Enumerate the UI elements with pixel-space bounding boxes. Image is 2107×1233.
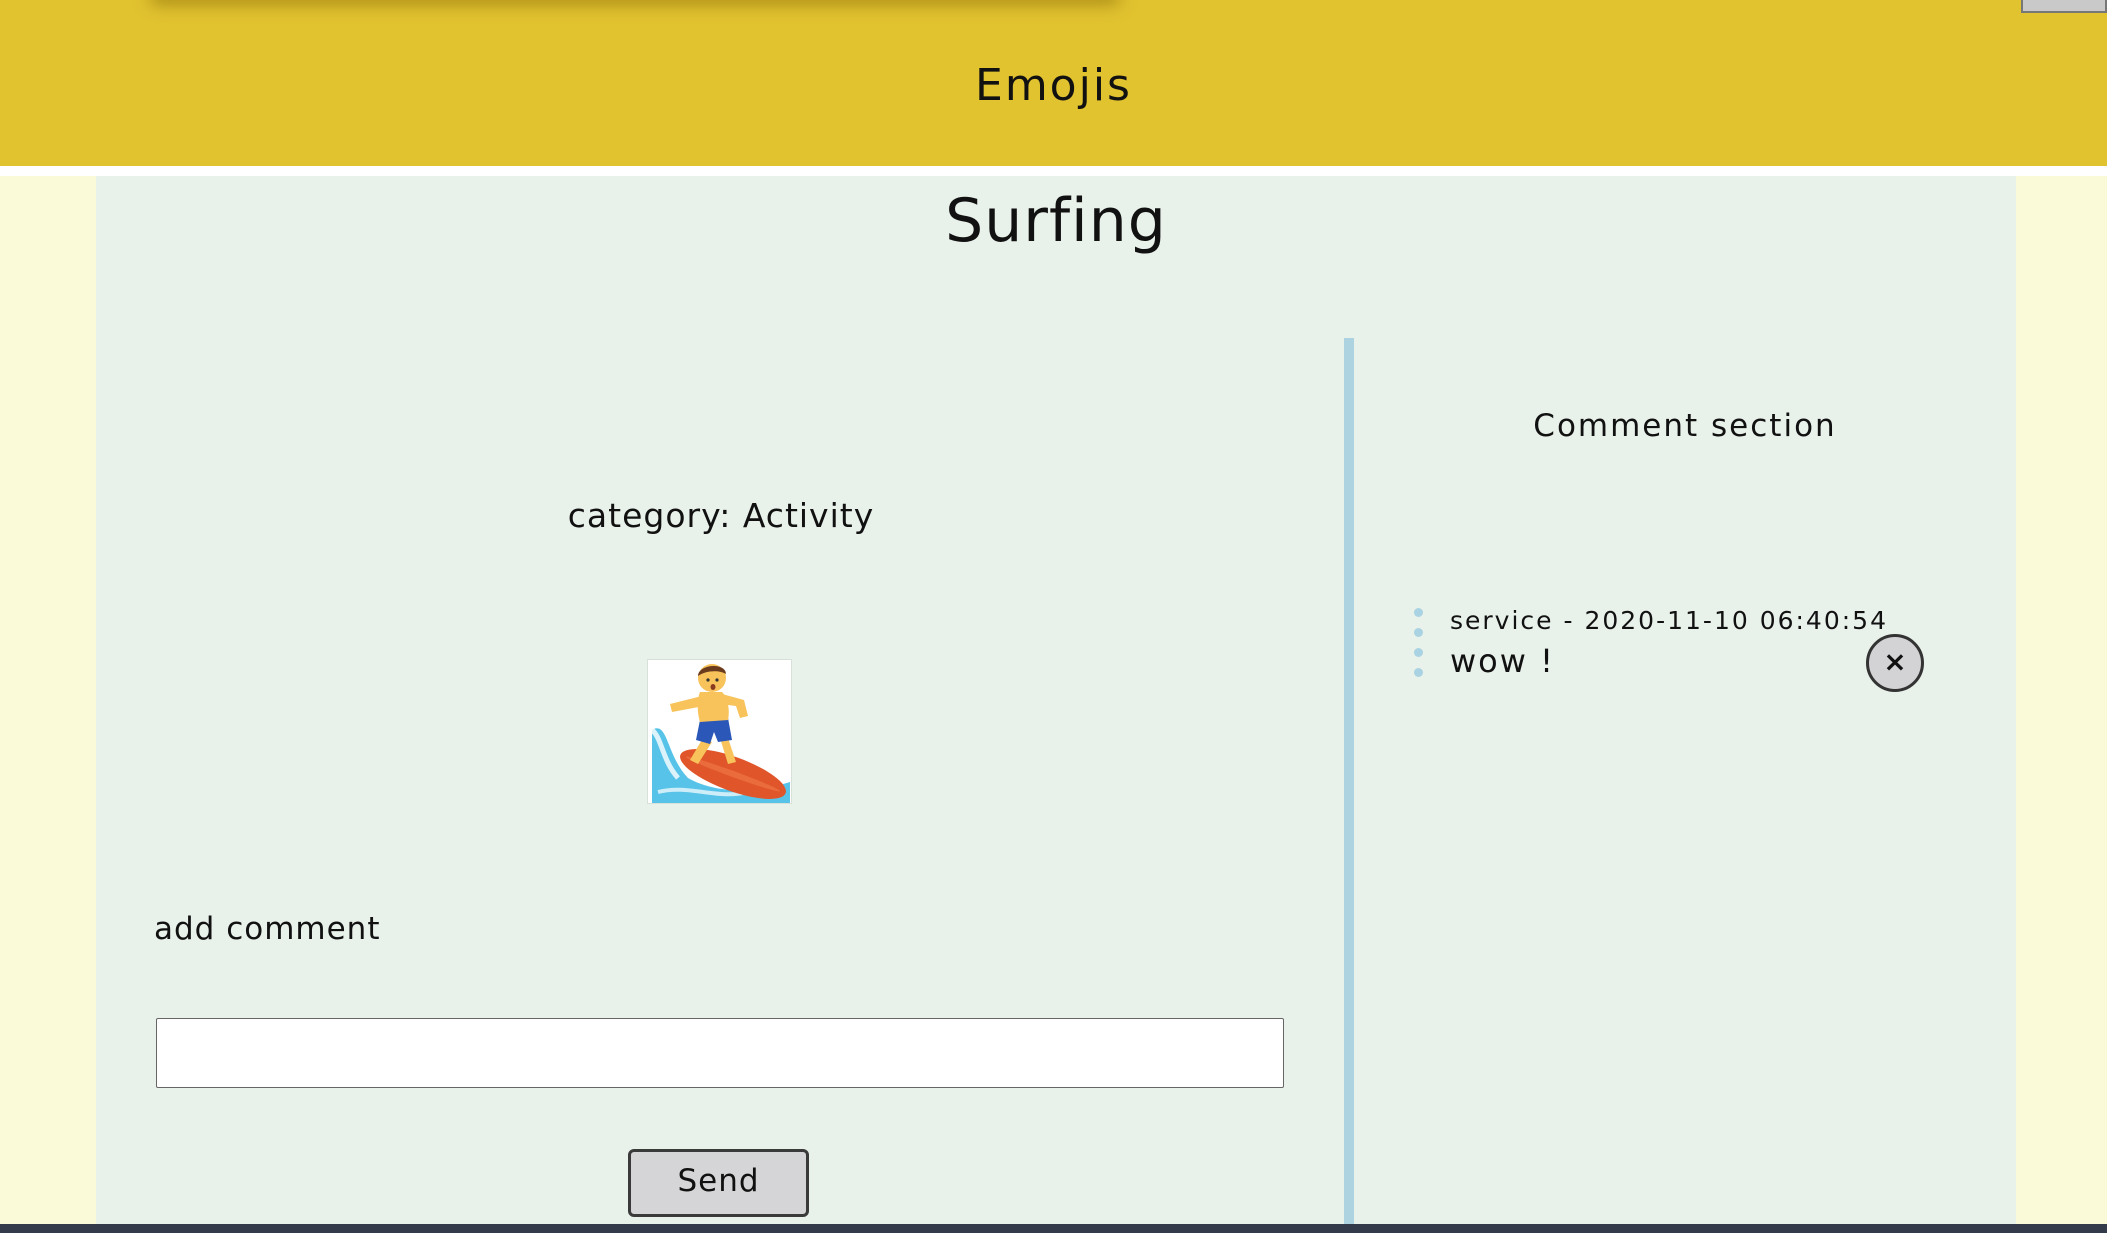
emoji-detail-column: category: Activity add comment Send [96, 176, 1346, 1224]
header-divider [0, 166, 2107, 176]
main-panel: Surfing category: Activity add comment S… [96, 176, 2016, 1224]
category-label: category: Activity [567, 496, 875, 535]
bullet-icon [1414, 608, 1424, 680]
surfer-icon [647, 659, 792, 804]
comment-section: Comment section service - 2020-11-10 06:… [1354, 176, 2016, 1224]
add-comment-label: add comment [154, 911, 381, 947]
comment-text: wow ! [1450, 642, 1555, 680]
surfer-image [650, 664, 790, 803]
app-header: Emojis [0, 0, 2107, 166]
app-title[interactable]: Emojis [0, 60, 2107, 111]
send-button[interactable]: Send [628, 1149, 809, 1217]
corner-tab[interactable] [2021, 0, 2107, 13]
delete-comment-button[interactable]: × [1866, 634, 1924, 692]
column-divider [1344, 338, 1354, 1224]
comment-meta: service - 2020-11-10 06:40:54 [1450, 606, 1888, 635]
page: Emojis Surfing category: Activity add co… [0, 0, 2107, 1233]
comment-section-heading: Comment section [1533, 408, 1837, 444]
bottom-edge [0, 1224, 2107, 1233]
comment-input[interactable] [156, 1018, 1284, 1088]
